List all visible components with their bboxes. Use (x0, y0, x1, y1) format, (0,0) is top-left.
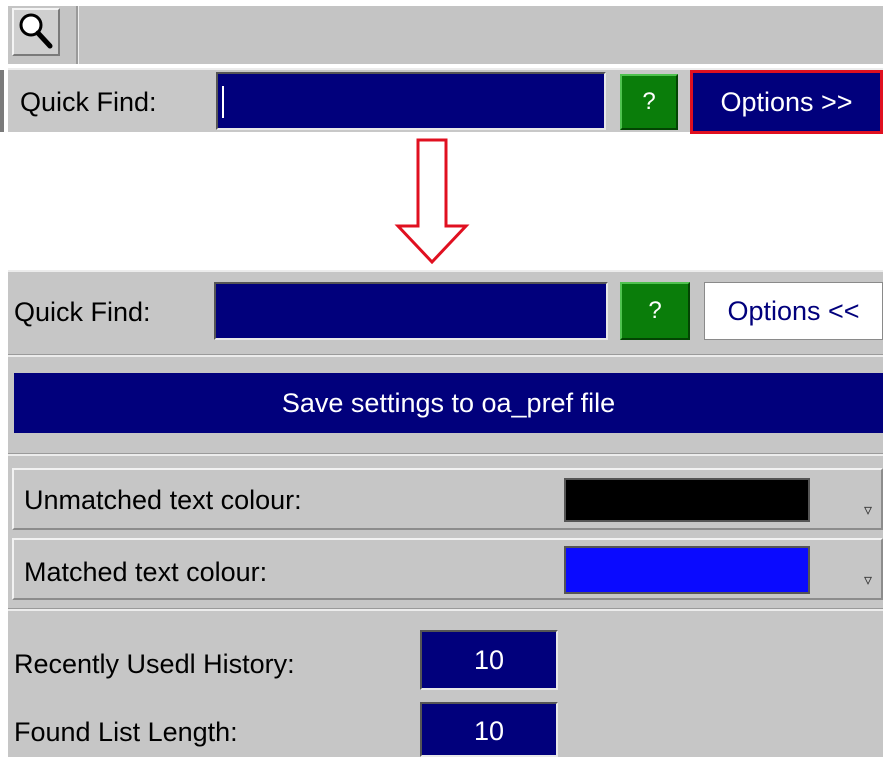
quick-find-label: Quick Find: (14, 297, 151, 327)
text-caret (222, 86, 224, 118)
quick-find-label: Quick Find: (20, 87, 157, 117)
unmatched-colour-label: Unmatched text colour: (24, 485, 302, 515)
quick-find-input[interactable] (216, 72, 606, 130)
magnifier-icon (19, 13, 53, 49)
divider (8, 453, 883, 456)
toolbar (8, 6, 883, 64)
matched-colour-label: Matched text colour: (24, 557, 268, 587)
row-edge (0, 70, 4, 132)
save-settings-button[interactable]: Save settings to oa_pref file (14, 373, 883, 433)
quick-find-input[interactable] (214, 282, 608, 340)
down-arrow-icon (394, 138, 470, 264)
unmatched-colour-swatch[interactable] (564, 478, 810, 522)
options-expand-button[interactable]: Options >> (690, 70, 883, 134)
help-button[interactable]: ? (620, 74, 678, 130)
search-tool-button[interactable] (12, 8, 60, 56)
toolbar-separator (76, 6, 79, 64)
history-input[interactable]: 10 (420, 630, 558, 690)
dropdown-arrow-icon[interactable]: ▿ (864, 500, 872, 520)
divider (8, 354, 883, 357)
matched-colour-swatch[interactable] (564, 546, 810, 594)
help-button[interactable]: ? (620, 282, 690, 340)
found-list-label: Found List Length: (14, 717, 238, 747)
options-collapse-button[interactable]: Options << (704, 282, 883, 340)
history-label: Recently Usedl History: (14, 649, 295, 679)
divider (8, 608, 883, 611)
found-list-input[interactable]: 10 (420, 702, 558, 757)
dropdown-arrow-icon[interactable]: ▿ (864, 570, 872, 590)
